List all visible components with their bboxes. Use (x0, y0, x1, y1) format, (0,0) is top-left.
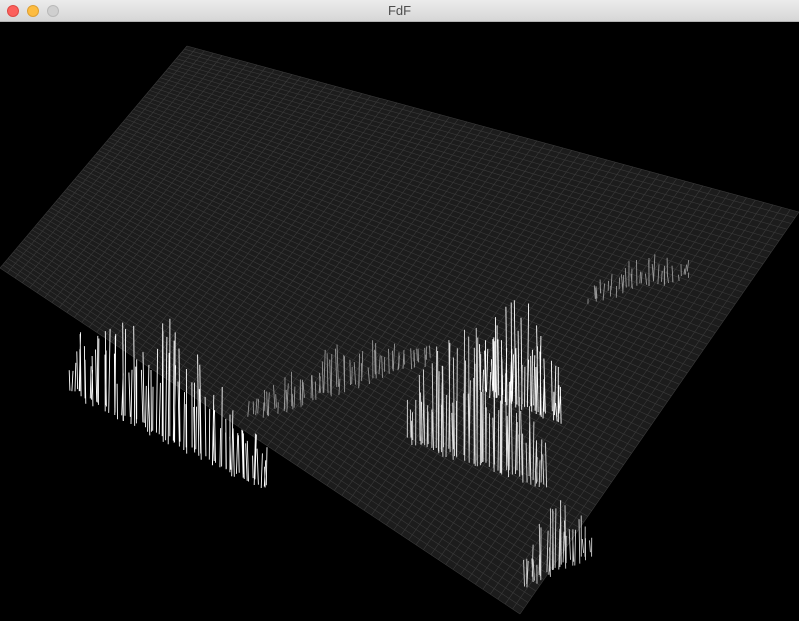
wireframe-canvas (0, 22, 799, 621)
wireframe-map (0, 45, 799, 615)
wireframe-grid (0, 45, 799, 615)
map-plane (0, 46, 799, 614)
window-title: FdF (387, 3, 412, 18)
fdf-window: FdF (0, 0, 799, 621)
title-bar[interactable]: FdF (0, 0, 799, 22)
